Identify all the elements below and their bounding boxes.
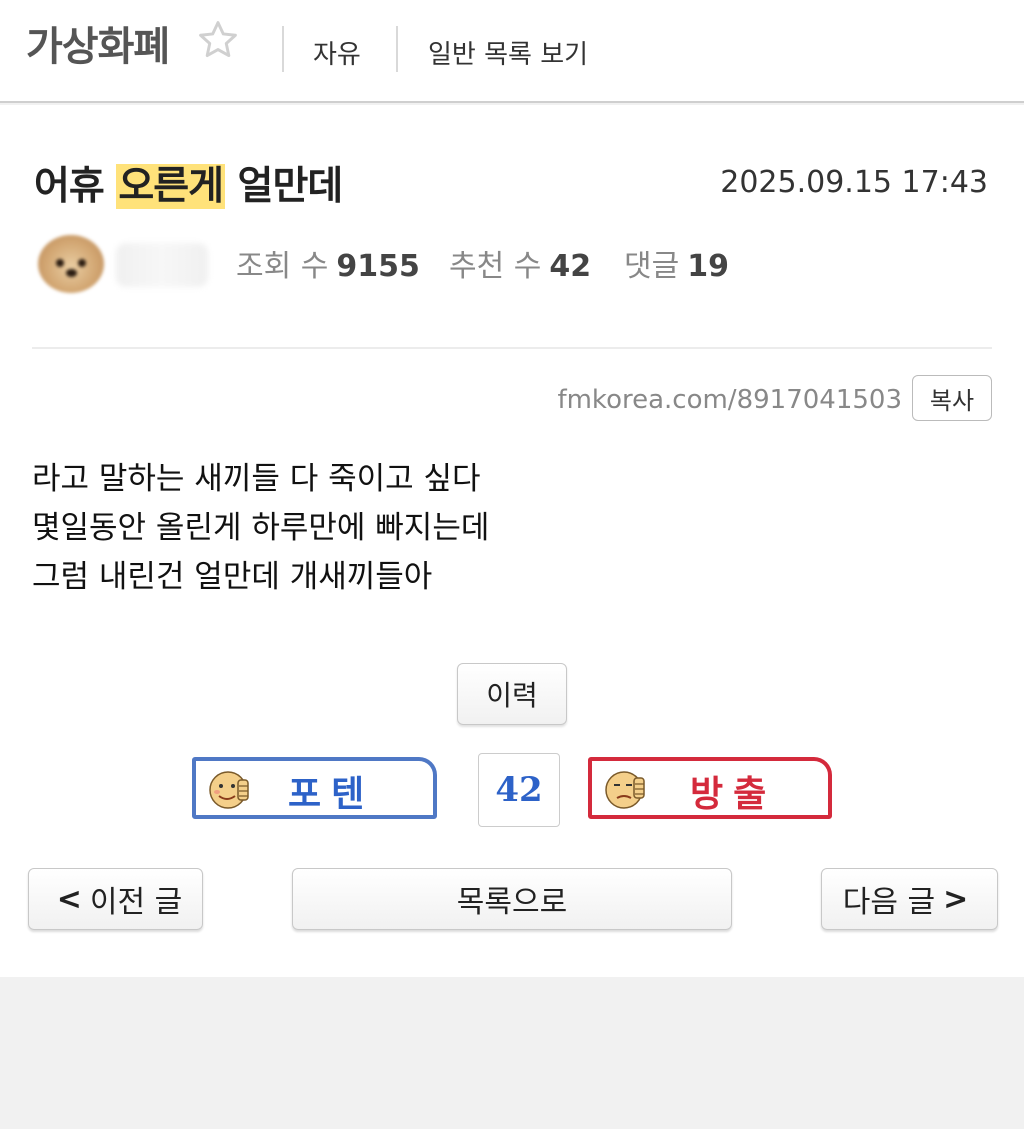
post-body: 라고 말하는 새끼들 다 죽이고 싶다 몇일동안 올린게 하루만에 빠지는데 그… (32, 455, 489, 602)
list-view-link[interactable]: 일반 목록 보기 (428, 34, 588, 71)
vote-down-label: 방출 (690, 773, 777, 815)
vote-down-button[interactable]: 방출 (588, 757, 832, 819)
view-count-value: 9155 (336, 249, 420, 284)
next-post-button[interactable]: 다음 글 > (821, 868, 998, 930)
view-count-label: 조회 수 (236, 249, 329, 284)
vote-count: 42 (478, 753, 560, 827)
body-line: 그럼 내린건 얼만데 개새끼들아 (32, 559, 433, 595)
next-post-label: 다음 글 (842, 885, 936, 920)
prev-post-label: 이전 글 (89, 885, 183, 920)
header-divider (396, 26, 398, 72)
copy-url-button[interactable]: 복사 (912, 375, 992, 421)
author-nickname-blurred[interactable] (116, 243, 208, 287)
chevron-left-icon: < (56, 881, 82, 917)
category-link[interactable]: 자유 (313, 34, 361, 71)
post-date: 2025.09.15 17:43 (720, 165, 988, 200)
board-title[interactable]: 가상화폐 (26, 14, 170, 72)
comment-count[interactable]: 댓글 19 (624, 241, 729, 285)
header-divider (282, 26, 284, 72)
body-line: 몇일동안 올린게 하루만에 빠지는데 (32, 510, 490, 546)
comment-count-label: 댓글 (624, 249, 680, 284)
post-title-end: 얼만데 (224, 164, 344, 209)
view-count: 조회 수 9155 (236, 241, 420, 285)
post-title-highlight: 오른게 (116, 164, 225, 209)
prev-post-button[interactable]: < 이전 글 (28, 868, 203, 930)
vote-up-label: 포텐 (288, 773, 375, 815)
recommend-count-value: 42 (549, 249, 592, 284)
star-outline-icon[interactable] (196, 18, 240, 62)
comment-count-value: 19 (687, 249, 729, 284)
post-url: fmkorea.com/8917041503 (557, 385, 902, 415)
puppy-avatar-icon[interactable] (38, 235, 104, 293)
divider (32, 347, 992, 349)
top-bar: 가상화폐 자유 일반 목록 보기 (0, 0, 1024, 103)
body-line: 라고 말하는 새끼들 다 죽이고 싶다 (32, 461, 481, 497)
back-to-list-button[interactable]: 목록으로 (292, 868, 732, 930)
thumbs-down-face-icon (605, 771, 645, 809)
post-container: 어휴 오른게 얼만데 2025.09.15 17:43 조회 수 9155 추천 … (0, 105, 1024, 977)
post-title: 어휴 오른게 얼만데 (34, 155, 344, 211)
post-title-start: 어휴 (34, 164, 117, 209)
vote-up-button[interactable]: 포텐 (192, 757, 437, 819)
thumbs-up-face-icon (209, 771, 249, 809)
history-button[interactable]: 이력 (457, 663, 567, 725)
chevron-right-icon: > (943, 881, 969, 917)
recommend-count-label: 추천 수 (449, 249, 542, 284)
recommend-count: 추천 수 42 (449, 241, 591, 285)
